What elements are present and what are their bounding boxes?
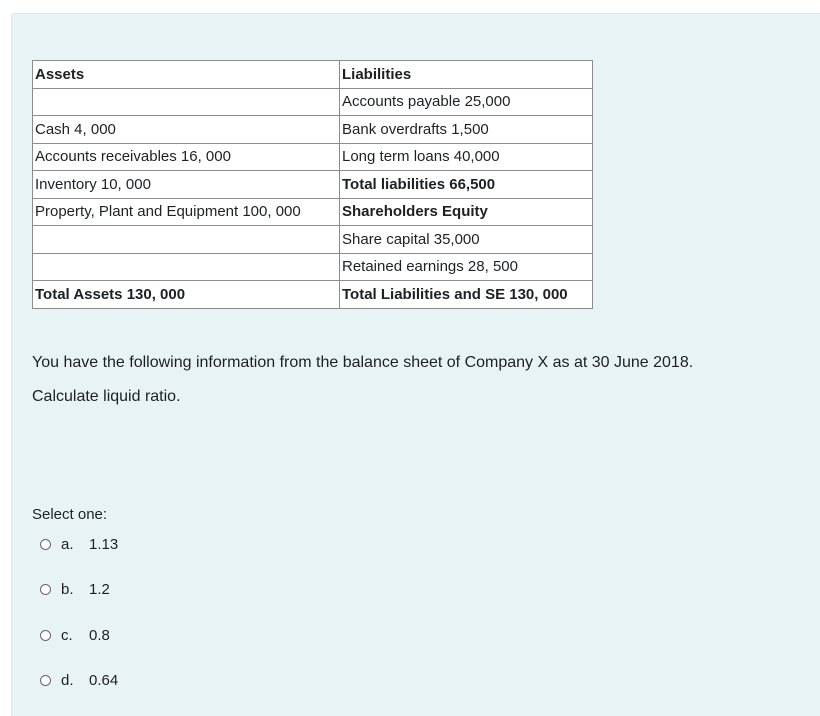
liabilities-cell: Accounts payable 25,000 — [339, 87, 593, 116]
liabilities-cell: Total liabilities 66,500 — [339, 170, 593, 199]
balance-sheet-table: Assets Liabilities Accounts payable 25,0… — [32, 60, 593, 309]
assets-cell: Inventory 10, 000 — [32, 170, 340, 199]
liabilities-cell: Total Liabilities and SE 130, 000 — [339, 280, 593, 309]
liabilities-cell: Long term loans 40,000 — [339, 142, 593, 171]
option-a[interactable]: a. 1.13 — [40, 536, 118, 553]
liabilities-cell: Retained earnings 28, 500 — [339, 252, 593, 281]
liabilities-cell: Liabilities — [339, 60, 593, 89]
option-value: 1.13 — [89, 536, 119, 553]
assets-cell: Accounts receivables 16, 000 — [32, 142, 340, 171]
table-row: Retained earnings 28, 500 — [32, 252, 593, 281]
table-row: Assets Liabilities — [32, 60, 593, 89]
liabilities-cell: Shareholders Equity — [339, 197, 593, 226]
option-d[interactable]: d. 0.64 — [40, 672, 118, 689]
assets-cell — [32, 87, 340, 116]
question-panel: Assets Liabilities Accounts payable 25,0… — [11, 13, 820, 716]
table-row: Property, Plant and Equipment 100, 000 S… — [32, 197, 593, 226]
assets-cell: Property, Plant and Equipment 100, 000 — [32, 197, 340, 226]
assets-cell: Cash 4, 000 — [32, 115, 340, 144]
option-letter: d. — [61, 672, 74, 689]
table-row: Cash 4, 000 Bank overdrafts 1,500 — [32, 115, 593, 144]
assets-cell — [32, 252, 340, 281]
table-row: Total Assets 130, 000 Total Liabilities … — [32, 280, 593, 309]
option-letter: b. — [61, 581, 74, 598]
assets-cell: Total Assets 130, 000 — [32, 280, 340, 309]
assets-cell — [32, 225, 340, 254]
liabilities-cell: Share capital 35,000 — [339, 225, 593, 254]
option-value: 1.2 — [89, 581, 110, 598]
option-b[interactable]: b. 1.2 — [40, 581, 110, 598]
radio-button[interactable] — [40, 630, 51, 641]
option-letter: a. — [61, 536, 74, 553]
question-instruction: Calculate liquid ratio. — [32, 388, 181, 405]
select-one-prompt: Select one: — [32, 506, 108, 523]
table-row: Share capital 35,000 — [32, 225, 593, 254]
radio-button[interactable] — [40, 675, 51, 686]
option-c[interactable]: c. 0.8 — [40, 627, 110, 644]
table-row: Accounts payable 25,000 — [32, 87, 593, 116]
option-value: 0.8 — [89, 627, 110, 644]
assets-cell: Assets — [32, 60, 340, 89]
option-letter: c. — [61, 627, 73, 644]
liabilities-cell: Bank overdrafts 1,500 — [339, 115, 593, 144]
question-text: You have the following information from … — [32, 354, 694, 371]
radio-button[interactable] — [40, 584, 51, 595]
table-row: Inventory 10, 000 Total liabilities 66,5… — [32, 170, 593, 199]
table-row: Accounts receivables 16, 000 Long term l… — [32, 142, 593, 171]
radio-button[interactable] — [40, 539, 51, 550]
option-value: 0.64 — [89, 672, 119, 689]
